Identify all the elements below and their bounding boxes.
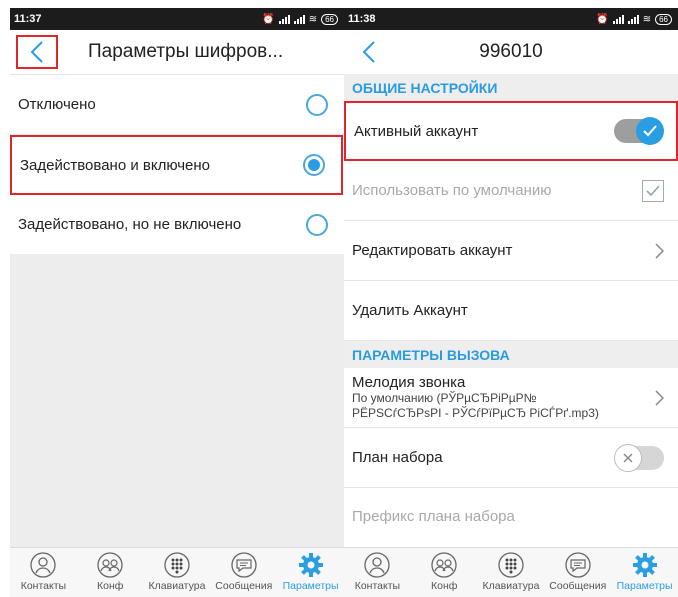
checkmark-icon xyxy=(646,184,660,196)
signal-icon-2 xyxy=(293,14,305,24)
conference-icon xyxy=(96,551,124,579)
page-title: 996010 xyxy=(479,41,543,62)
tab-keypad[interactable]: Клавиатура xyxy=(478,548,545,597)
radio-dot-icon xyxy=(308,159,320,171)
close-icon xyxy=(614,443,642,472)
section-header-general: ОБЩИЕ НАСТРОЙКИ xyxy=(344,74,678,101)
tab-settings[interactable]: Параметры xyxy=(277,548,344,597)
status-icons: ⏰ ≋ 66 xyxy=(262,13,338,25)
tab-label: Клавиатура xyxy=(148,580,206,592)
signal-icon-2 xyxy=(627,14,639,24)
tab-label: Сообщения xyxy=(215,580,273,592)
use-default-checkbox[interactable] xyxy=(642,179,664,202)
settings-icon xyxy=(631,551,659,579)
tab-label: Контакты xyxy=(20,580,67,592)
keypad-icon xyxy=(497,551,525,579)
back-button[interactable] xyxy=(348,35,390,69)
contacts-icon xyxy=(363,551,391,579)
tab-settings[interactable]: Параметры xyxy=(611,548,678,597)
status-time: 11:37 xyxy=(14,13,42,25)
option-disabled[interactable]: Отключено xyxy=(10,75,344,135)
row-label: План набора xyxy=(352,449,443,466)
wifi-icon: ≋ xyxy=(308,13,318,25)
back-arrow-icon xyxy=(362,41,375,63)
tab-label: Сообщения xyxy=(549,580,607,592)
battery-icon: 66 xyxy=(655,13,672,25)
chevron-right-icon xyxy=(654,389,664,406)
dial-plan-toggle[interactable] xyxy=(614,443,664,472)
chevron-right-icon xyxy=(654,242,664,259)
ringtone-row[interactable]: Мелодия звонка По умолчанию (РЎРµСЂРіРµР… xyxy=(344,368,678,428)
signal-icon xyxy=(612,14,624,24)
tab-conference[interactable]: Конф xyxy=(411,548,478,597)
active-account-toggle[interactable] xyxy=(614,117,664,145)
row-label: Удалить Аккаунт xyxy=(352,302,468,319)
tab-contacts[interactable]: Контакты xyxy=(344,548,411,597)
tab-label: Конф xyxy=(96,580,124,592)
bottom-tab-bar: Контакты Конф Клавиатура Сообщения Парам… xyxy=(10,547,344,597)
account-settings-screen: 11:38 ⏰ ≋ 66 996010 ОБЩИЕ НАСТРОЙКИ Акти… xyxy=(344,8,678,597)
battery-icon: 66 xyxy=(321,13,338,25)
row-label: Редактировать аккаунт xyxy=(352,242,513,259)
alarm-icon: ⏰ xyxy=(596,13,609,25)
status-bar: 11:37 ⏰ ≋ 66 xyxy=(10,8,344,30)
option-label: Задействовано, но не включено xyxy=(18,216,242,233)
tab-conference[interactable]: Конф xyxy=(77,548,144,597)
option-label: Отключено xyxy=(18,96,96,113)
wifi-icon: ≋ xyxy=(642,13,652,25)
status-bar: 11:38 ⏰ ≋ 66 xyxy=(344,8,678,30)
radio-unselected[interactable] xyxy=(306,93,328,116)
edit-account-row[interactable]: Редактировать аккаунт xyxy=(344,221,678,281)
signal-icon xyxy=(278,14,290,24)
tab-label: Конф xyxy=(430,580,458,592)
use-default-row[interactable]: Использовать по умолчанию xyxy=(344,161,678,221)
page-title: Параметры шифров... xyxy=(88,41,284,62)
keypad-icon xyxy=(163,551,191,579)
back-arrow-icon xyxy=(30,41,43,63)
radio-selected[interactable] xyxy=(303,154,325,176)
ringtone-text: Мелодия звонка По умолчанию (РЎРµСЂРіРµР… xyxy=(352,374,599,421)
tab-messages[interactable]: Сообщения xyxy=(210,548,277,597)
tab-label: Контакты xyxy=(354,580,401,592)
tab-contacts[interactable]: Контакты xyxy=(10,548,77,597)
top-bar: Параметры шифров... xyxy=(10,30,344,74)
tab-label: Параметры xyxy=(282,580,339,592)
empty-area xyxy=(10,254,344,547)
status-time: 11:38 xyxy=(348,13,376,25)
encryption-settings-screen: 11:37 ⏰ ≋ 66 Параметры шифров... Отключе… xyxy=(10,8,344,597)
ringtone-value-line-2: РЁРЅСѓСЂРѕРІ - РЎСѓРїРµСЂ РіСЃРґ.mp3) xyxy=(352,406,599,420)
row-label: Префикс плана набора xyxy=(352,507,515,525)
tab-messages[interactable]: Сообщения xyxy=(544,548,611,597)
messages-icon xyxy=(564,551,592,579)
row-label: Мелодия звонка xyxy=(352,374,466,391)
contacts-icon xyxy=(29,551,57,579)
top-bar: 996010 xyxy=(344,30,678,74)
row-label: Использовать по умолчанию xyxy=(352,182,552,199)
dial-prefix-row[interactable]: Префикс плана набора xyxy=(344,488,678,544)
alarm-icon: ⏰ xyxy=(262,13,275,25)
option-enabled-active[interactable]: Задействовано и включено xyxy=(10,135,343,195)
tab-label: Параметры xyxy=(616,580,673,592)
settings-icon xyxy=(297,551,325,579)
radio-unselected[interactable] xyxy=(306,213,328,236)
row-label: Активный аккаунт xyxy=(354,122,479,140)
tab-label: Клавиатура xyxy=(482,580,540,592)
bottom-tab-bar: Контакты Конф Клавиатура Сообщения Парам… xyxy=(344,547,678,597)
option-label: Задействовано и включено xyxy=(20,156,211,174)
active-account-row[interactable]: Активный аккаунт xyxy=(344,101,678,161)
messages-icon xyxy=(230,551,258,579)
dial-plan-row[interactable]: План набора xyxy=(344,428,678,488)
conference-icon xyxy=(430,551,458,579)
status-icons: ⏰ ≋ 66 xyxy=(596,13,672,25)
section-header-call: ПАРАМЕТРЫ ВЫЗОВА xyxy=(344,341,678,368)
back-button[interactable] xyxy=(16,35,58,69)
ringtone-value-line-1: По умолчанию (РЎРµСЂРіРµР№ xyxy=(352,391,537,405)
tab-keypad[interactable]: Клавиатура xyxy=(144,548,211,597)
delete-account-row[interactable]: Удалить Аккаунт xyxy=(344,281,678,341)
checkmark-icon xyxy=(636,117,664,145)
option-enabled-inactive[interactable]: Задействовано, но не включено xyxy=(10,195,344,255)
